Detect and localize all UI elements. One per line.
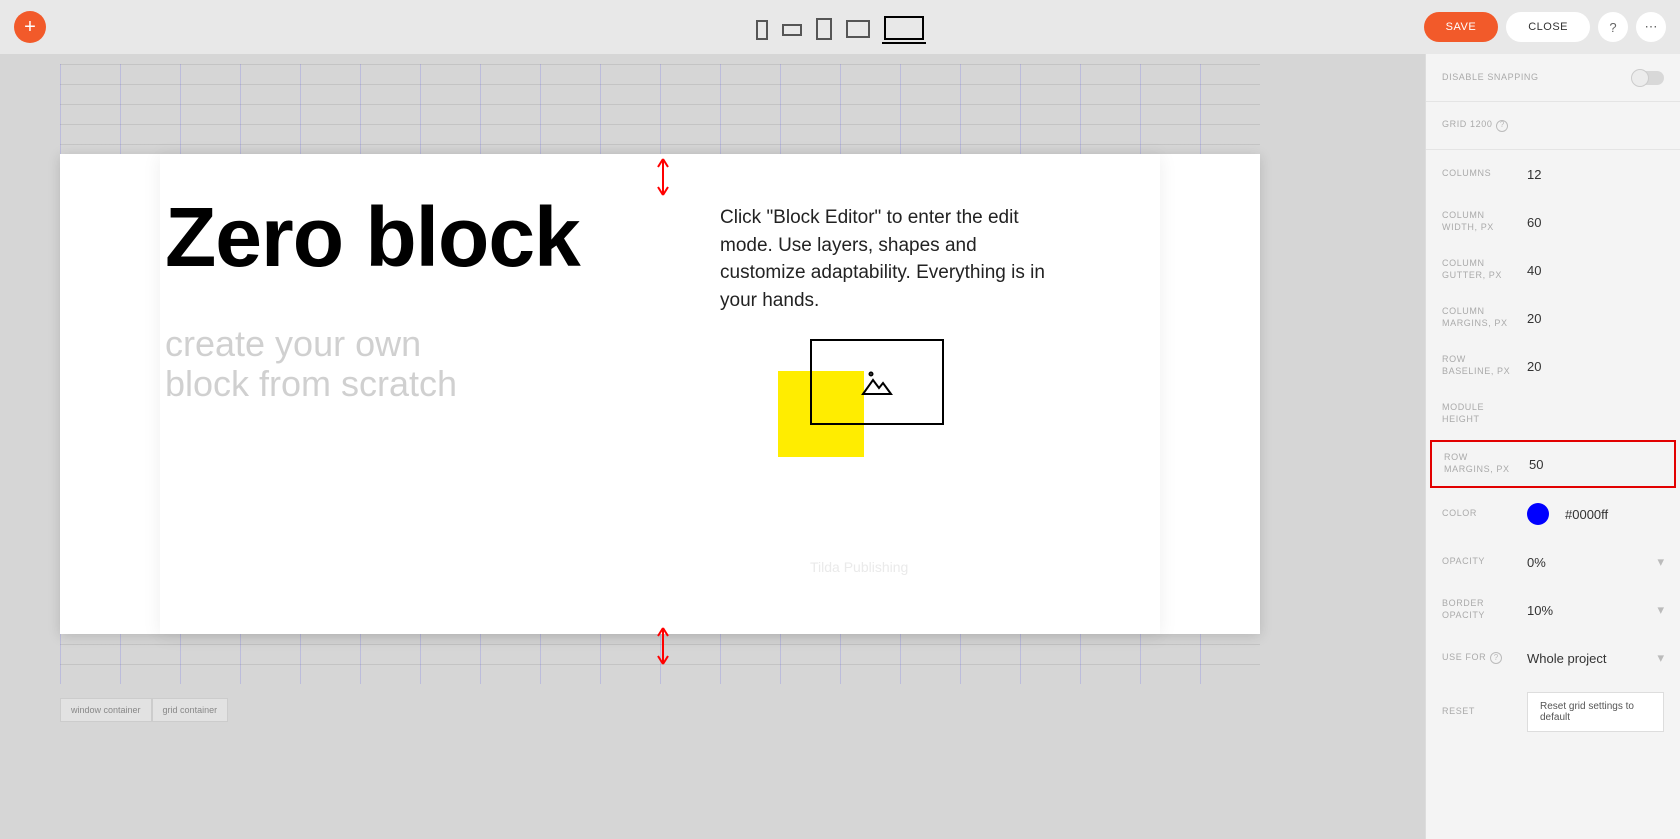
input-row-baseline[interactable]: 20 — [1527, 359, 1664, 374]
input-column-margins[interactable]: 20 — [1527, 311, 1664, 326]
select-border-opacity[interactable]: 10% — [1527, 603, 1657, 618]
label-column-width: COLUMN WIDTH, PX — [1442, 210, 1517, 233]
input-row-margins[interactable]: 50 — [1529, 457, 1662, 472]
inner-container: Zero block create your own block from sc… — [160, 154, 1160, 634]
device-phone-landscape-icon[interactable] — [782, 24, 802, 36]
row-disable-snapping: DISABLE SNAPPING — [1426, 54, 1680, 102]
watermark-text: Tilda Publishing — [810, 559, 908, 575]
row-column-margins: COLUMN MARGINS, PX 20 — [1426, 294, 1680, 342]
device-tablet-portrait-icon[interactable] — [816, 18, 832, 40]
row-grid-heading: GRID 1200? — [1426, 102, 1680, 150]
row-color: COLOR #0000ff — [1426, 490, 1680, 538]
hero-subtitle[interactable]: create your own block from scratch — [165, 324, 457, 403]
row-row-margins: ROW MARGINS, PX 50 — [1430, 440, 1676, 488]
row-column-gutter: COLUMN GUTTER, PX 40 — [1426, 246, 1680, 294]
hero-title[interactable]: Zero block — [165, 189, 580, 286]
input-color[interactable]: #0000ff — [1565, 507, 1664, 522]
top-toolbar: + SAVE CLOSE ? ⋯ — [0, 0, 1680, 54]
row-module-height: MODULE HEIGHT — [1426, 390, 1680, 438]
help-icon[interactable]: ? — [1496, 120, 1508, 132]
label-opacity: OPACITY — [1442, 556, 1517, 568]
row-use-for: USE FOR? Whole project ▾ — [1426, 634, 1680, 682]
label-column-gutter: COLUMN GUTTER, PX — [1442, 258, 1517, 281]
more-button[interactable]: ⋯ — [1636, 12, 1666, 42]
image-placeholder-icon — [861, 368, 893, 396]
label-color: COLOR — [1442, 508, 1517, 520]
color-swatch[interactable] — [1527, 503, 1549, 525]
reset-button[interactable]: Reset grid settings to default — [1527, 692, 1664, 732]
artboard[interactable]: Zero block create your own block from sc… — [60, 154, 1260, 634]
resize-arrow-bottom-icon[interactable] — [655, 626, 671, 666]
add-button[interactable]: + — [14, 11, 46, 43]
chevron-down-icon: ▾ — [1657, 602, 1664, 618]
help-icon[interactable]: ? — [1490, 652, 1502, 664]
input-column-gutter[interactable]: 40 — [1527, 263, 1664, 278]
settings-panel: DISABLE SNAPPING GRID 1200? COLUMNS 12 C… — [1425, 54, 1680, 839]
label-column-margins: COLUMN MARGINS, PX — [1442, 306, 1517, 329]
input-column-width[interactable]: 60 — [1527, 215, 1664, 230]
chevron-down-icon: ▾ — [1657, 554, 1664, 570]
label-border-opacity: BORDER OPACITY — [1442, 598, 1517, 621]
label-columns: COLUMNS — [1442, 168, 1517, 180]
row-row-baseline: ROW BASELINE, PX 20 — [1426, 342, 1680, 390]
row-border-opacity: BORDER OPACITY 10% ▾ — [1426, 586, 1680, 634]
hero-description[interactable]: Click "Block Editor" to enter the edit m… — [720, 204, 1060, 314]
hero-subtitle-line: create your own — [165, 323, 421, 364]
label-reset: RESET — [1442, 706, 1517, 718]
container-tabs: window container grid container — [60, 698, 228, 722]
resize-arrow-top-icon[interactable] — [655, 157, 671, 197]
toggle-disable-snapping[interactable] — [1632, 71, 1664, 85]
save-button[interactable]: SAVE — [1424, 12, 1499, 42]
row-columns: COLUMNS 12 — [1426, 150, 1680, 198]
close-button[interactable]: CLOSE — [1506, 12, 1590, 42]
label-module-height: MODULE HEIGHT — [1442, 402, 1517, 425]
select-opacity[interactable]: 0% — [1527, 555, 1657, 570]
device-switcher — [756, 0, 924, 54]
device-tablet-landscape-icon[interactable] — [846, 20, 870, 38]
label-disable-snapping: DISABLE SNAPPING — [1442, 72, 1622, 84]
label-row-baseline: ROW BASELINE, PX — [1442, 354, 1517, 377]
select-use-for[interactable]: Whole project — [1527, 651, 1657, 666]
label-use-for: USE FOR? — [1442, 652, 1517, 664]
row-column-width: COLUMN WIDTH, PX 60 — [1426, 198, 1680, 246]
hero-subtitle-line: block from scratch — [165, 363, 457, 404]
help-button[interactable]: ? — [1598, 12, 1628, 42]
row-opacity: OPACITY 0% ▾ — [1426, 538, 1680, 586]
label-row-margins: ROW MARGINS, PX — [1444, 452, 1519, 475]
device-desktop-icon[interactable] — [884, 16, 924, 40]
canvas-area: Zero block create your own block from sc… — [0, 54, 1425, 839]
device-phone-portrait-icon[interactable] — [756, 20, 768, 40]
tab-grid-container[interactable]: grid container — [152, 698, 229, 722]
chevron-down-icon: ▾ — [1657, 650, 1664, 666]
image-placeholder[interactable] — [810, 339, 944, 425]
label-grid: GRID 1200? — [1442, 119, 1664, 131]
row-reset: RESET Reset grid settings to default — [1426, 682, 1680, 742]
input-columns[interactable]: 12 — [1527, 167, 1664, 182]
tab-window-container[interactable]: window container — [60, 698, 152, 722]
